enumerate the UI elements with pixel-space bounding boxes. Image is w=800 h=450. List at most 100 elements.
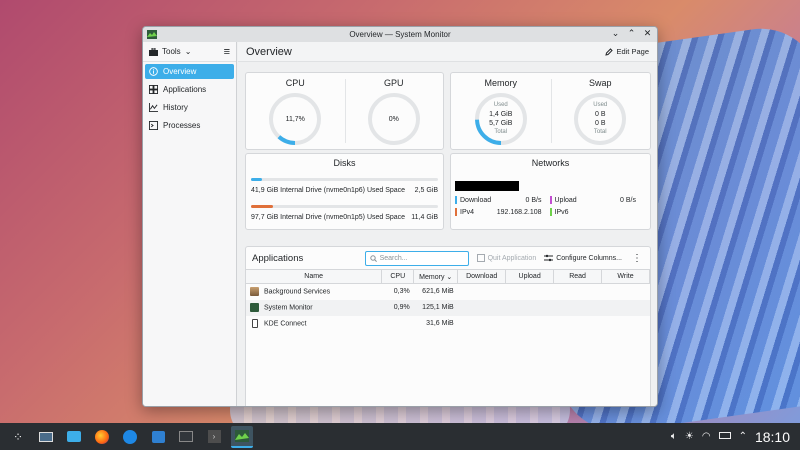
page-title: Overview [246,45,292,58]
configure-icon [544,254,554,262]
tools-menu[interactable]: Tools ⌄ ≡ [143,42,236,62]
net-upload-value: 0 B/s [620,196,636,204]
system-settings-icon[interactable] [35,426,57,448]
terminal-icon [149,121,158,130]
memory-title: Memory [484,78,517,88]
net-ipv4-value: 192.168.2.108 [496,208,542,216]
sidebar-item-label: Processes [163,121,201,130]
cpu-gauge: 11,7% [268,92,322,146]
sidebar-item-applications[interactable]: Applications [145,82,234,97]
sidebar-item-label: History [163,103,188,112]
column-header-read[interactable]: Read [553,269,603,284]
tools-label: Tools [162,47,181,56]
discover-icon[interactable] [119,426,141,448]
net-download: Download 0 B/s [455,196,550,204]
table-row[interactable]: Background Services 0,3% 621,6 MiB [246,284,650,300]
info-icon [149,67,158,76]
brightness-icon[interactable]: ☀︎ [685,431,694,442]
search-input[interactable]: Search... [364,250,469,266]
memory-gauge: Used 1,4 GiB 5,7 GiB Total [474,92,528,146]
column-header-memory[interactable]: Memory ⌄ [413,269,459,284]
search-icon [369,254,377,262]
app-cpu [382,316,414,332]
net-upload: Upload 0 B/s [549,196,645,204]
app-name: Background Services [264,288,331,296]
edit-page-label: Edit Page [616,47,649,56]
cpu-value: 11,7% [285,115,305,123]
swap-title: Swap [588,78,612,88]
net-download-label: Download [460,196,492,204]
window-title: Overview — System Monitor [349,30,451,39]
close-button[interactable]: ✕ [642,28,653,39]
volume-icon[interactable]: 🔈︎ [671,431,677,442]
net-ipv6: IPv6 [549,208,645,216]
swap-total: 0 B [594,120,606,127]
minimize-button[interactable]: ⌄ [610,28,621,39]
gpu-gauge: 0% [367,92,421,146]
sidebar-item-label: Applications [163,85,207,94]
more-options-icon[interactable]: ⋮ [630,253,644,264]
net-ipv4: IPv4 192.168.2.108 [455,208,550,216]
sidebar-item-processes[interactable]: Processes [145,118,234,133]
sidebar-item-label: Overview [163,67,197,76]
pencil-icon [605,47,614,56]
applications-table: Name CPU Memory ⌄ Download Upload Read W… [246,269,650,332]
system-tray: 🔈︎ ☀︎ ◠ ⌃ 18:10 [671,429,796,445]
disk-row: 41,9 GiB Internal Drive (nvme0n1p6) Used… [251,187,438,194]
sidebar: Tools ⌄ ≡ Overview Applications History … [143,42,237,406]
firefox-icon[interactable] [91,426,113,448]
edit-page-button[interactable]: Edit Page [605,47,649,56]
table-row[interactable]: KDE Connect 31,6 MiB [246,316,650,332]
disk-label: 41,9 GiB Internal Drive (nvme0n1p6) Used… [251,187,406,194]
system-monitor-window: Overview — System Monitor ⌄ ⌃ ✕ Tools ⌄ … [142,26,658,407]
memory-total-label: Total [494,129,508,135]
quit-application-button[interactable]: Quit Application [476,254,537,262]
terminal-icon[interactable]: › [203,426,225,448]
disk-usage-bar [251,178,438,181]
titlebar[interactable]: Overview — System Monitor ⌄ ⌃ ✕ [143,27,657,42]
system-monitor-icon[interactable] [231,425,253,448]
memory-swap-card: Memory Used 1,4 GiB 5,7 GiB Total Swap U… [450,72,651,150]
system-monitor-icon [250,303,259,312]
battery-icon[interactable] [718,431,731,442]
hamburger-menu-icon[interactable]: ≡ [224,46,230,58]
toolbox-icon [149,47,158,56]
table-row[interactable]: System Monitor 0,9% 125,1 MiB [246,299,650,316]
memory-used: 1,4 GiB [489,111,513,118]
column-header-memory-label: Memory [419,273,445,281]
disk-usage-bar [251,205,438,208]
quit-label: Quit Application [487,254,537,262]
quit-icon [476,254,485,262]
configure-label: Configure Columns... [556,254,622,262]
disk-value: 2,5 GiB [414,187,438,194]
gpu-title: GPU [383,78,404,88]
app-launcher-icon[interactable]: ⁘ [7,426,29,448]
search-placeholder: Search... [379,254,408,262]
app-memory: 125,1 MiB [413,299,458,316]
store-icon[interactable] [147,426,169,448]
disks-title: Disks [333,158,356,168]
chevron-down-icon: ⌄ [184,47,192,56]
cpu-title: CPU [285,78,305,88]
expand-tray-icon[interactable]: ⌃ [739,431,747,442]
memory-used-label: Used [493,102,508,108]
column-header-name[interactable]: Name [246,269,383,284]
file-manager-icon[interactable] [63,426,85,448]
konsole-icon[interactable] [175,426,197,448]
taskbar: ⁘ › 🔈︎ ☀︎ ◠ ⌃ 18:10 [0,423,800,450]
configure-columns-button[interactable]: Configure Columns... [544,254,622,262]
grid-icon [149,85,158,94]
clock[interactable]: 18:10 [755,429,790,445]
column-header-cpu[interactable]: CPU [381,269,415,284]
sidebar-item-history[interactable]: History [145,100,234,115]
wifi-icon[interactable]: ◠ [702,431,711,442]
kde-connect-icon [252,319,258,328]
column-header-upload[interactable]: Upload [505,269,555,284]
sidebar-item-overview[interactable]: Overview [145,64,234,79]
column-header-download[interactable]: Download [457,269,507,284]
swap-used: 0 B [594,111,606,118]
swap-total-label: Total [593,129,607,135]
net-ipv4-label: IPv4 [460,208,475,216]
maximize-button[interactable]: ⌃ [626,28,637,39]
column-header-write[interactable]: Write [601,269,650,284]
